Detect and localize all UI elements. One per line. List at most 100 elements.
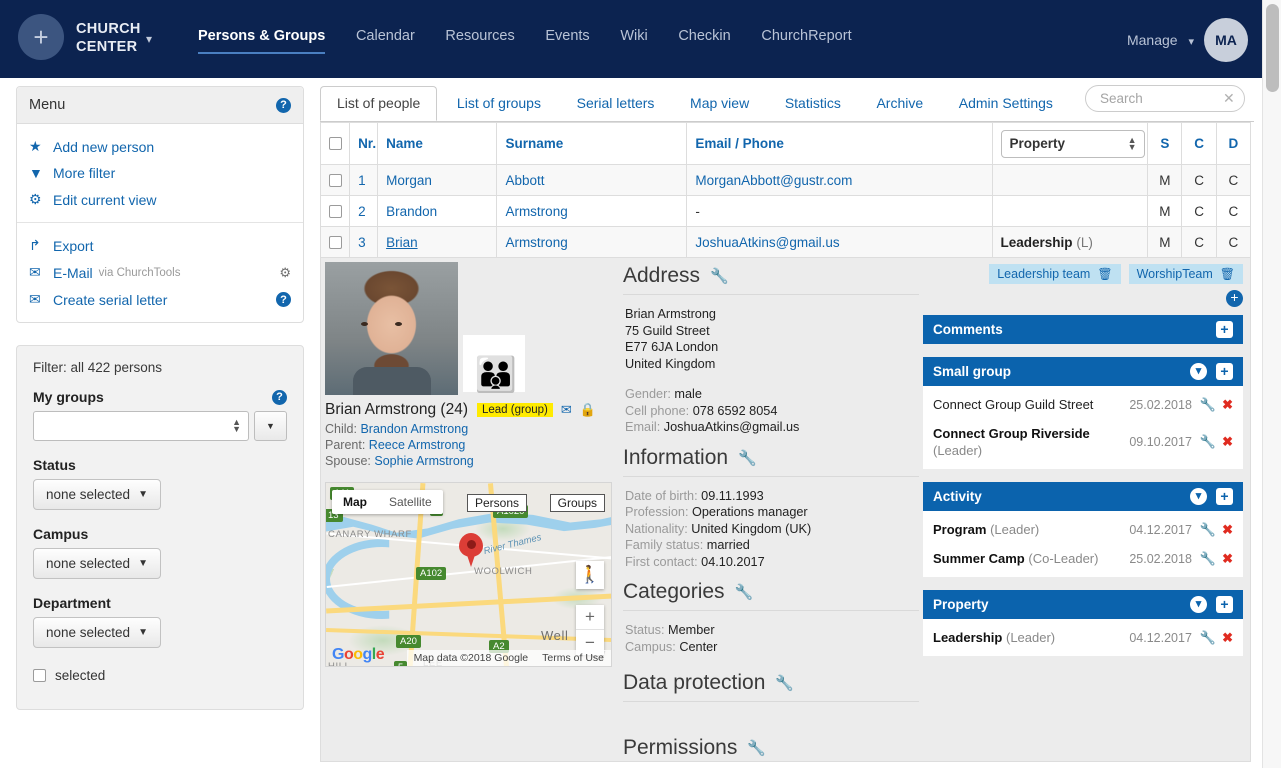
- help-icon[interactable]: ?: [276, 97, 291, 113]
- delete-icon[interactable]: ✖: [1222, 434, 1233, 450]
- add-icon[interactable]: +: [1216, 488, 1233, 505]
- nav-link-resources[interactable]: Resources: [445, 28, 514, 52]
- help-icon[interactable]: ?: [272, 389, 287, 405]
- row-surname[interactable]: Armstrong: [496, 226, 688, 258]
- row-email[interactable]: -: [686, 195, 993, 227]
- close-icon[interactable]: ✕: [1223, 90, 1235, 107]
- menu-item-more-filter[interactable]: ▼ More filter: [17, 160, 303, 186]
- menu-item-add-new-person[interactable]: ★ Add new person: [17, 133, 303, 160]
- header-s[interactable]: S: [1147, 122, 1183, 165]
- delete-icon[interactable]: ✖: [1222, 630, 1233, 646]
- my-groups-dropdown-button[interactable]: ▼: [254, 411, 287, 441]
- header-d[interactable]: D: [1215, 122, 1252, 165]
- map-type-map[interactable]: Map: [332, 490, 378, 514]
- row-name[interactable]: Brandon: [377, 195, 498, 227]
- nav-link-wiki[interactable]: Wiki: [620, 28, 647, 52]
- row-checkbox[interactable]: [328, 173, 342, 187]
- add-icon[interactable]: +: [1216, 321, 1233, 338]
- row-name[interactable]: Morgan: [377, 164, 498, 196]
- nav-link-checkin[interactable]: Checkin: [678, 28, 730, 52]
- add-icon[interactable]: +: [1216, 363, 1233, 380]
- tab-map-view[interactable]: Map view: [674, 87, 765, 120]
- search-input[interactable]: [1098, 90, 1223, 107]
- row-checkbox[interactable]: [328, 204, 342, 218]
- search-box[interactable]: ✕: [1085, 85, 1245, 112]
- tab-serial-letters[interactable]: Serial letters: [561, 87, 671, 120]
- tab-admin-settings[interactable]: Admin Settings: [943, 87, 1069, 120]
- wrench-icon[interactable]: 🔧: [710, 267, 729, 285]
- menu-item-export[interactable]: ↱ Export: [17, 232, 303, 259]
- wrench-icon[interactable]: 🔧: [1200, 630, 1216, 646]
- campus-select[interactable]: none selected ▼: [33, 548, 161, 579]
- menu-item-create-serial-letter[interactable]: ✉ Create serial letter ?: [17, 286, 303, 313]
- table-row[interactable]: 2 Brandon Armstrong - M C C: [319, 195, 1252, 227]
- row-surname[interactable]: Abbott: [496, 164, 688, 196]
- wrench-icon[interactable]: 🔧: [775, 674, 794, 692]
- header-email-phone[interactable]: Email / Phone: [686, 122, 993, 165]
- map-type-satellite[interactable]: Satellite: [378, 490, 443, 514]
- table-row[interactable]: 3 Brian Armstrong JoshuaAtkins@gmail.us …: [319, 226, 1252, 258]
- wrench-icon[interactable]: 🔧: [735, 583, 754, 601]
- menu-item-email[interactable]: ✉ E-Mail via ChurchTools ⚙: [17, 259, 303, 286]
- my-groups-input[interactable]: ▲ ▼: [33, 411, 249, 441]
- map-marker[interactable]: [459, 533, 483, 567]
- tab-list-of-groups[interactable]: List of groups: [441, 87, 557, 120]
- nav-link-persons-groups[interactable]: Persons & Groups: [198, 28, 326, 54]
- wrench-icon[interactable]: 🔧: [1200, 551, 1216, 567]
- map-persons-button[interactable]: Persons: [466, 494, 527, 512]
- scrollbar-thumb[interactable]: [1266, 4, 1279, 92]
- relation-value[interactable]: Reece Armstrong: [369, 438, 466, 452]
- selected-checkbox[interactable]: [33, 669, 46, 682]
- department-select[interactable]: none selected ▼: [33, 617, 161, 648]
- map-zoom-in-button[interactable]: +: [576, 605, 604, 630]
- lock-icon[interactable]: 🔒: [580, 402, 596, 418]
- gear-icon[interactable]: ⚙: [279, 265, 291, 281]
- row-surname[interactable]: Armstrong: [496, 195, 688, 227]
- header-nr[interactable]: Nr.: [349, 122, 379, 165]
- page-scrollbar[interactable]: [1262, 0, 1281, 768]
- tab-archive[interactable]: Archive: [860, 87, 939, 120]
- delete-icon[interactable]: ✖: [1222, 522, 1233, 538]
- relation-value[interactable]: Brandon Armstrong: [360, 422, 468, 436]
- trash-icon[interactable]: 🗑: [1097, 267, 1112, 281]
- header-name[interactable]: Name: [377, 122, 498, 165]
- chevron-down-icon[interactable]: ▾: [146, 32, 152, 46]
- wrench-icon[interactable]: 🔧: [1200, 397, 1216, 413]
- nav-link-events[interactable]: Events: [545, 28, 589, 52]
- wrench-icon[interactable]: 🔧: [1200, 434, 1216, 450]
- relation-value[interactable]: Sophie Armstrong: [374, 454, 473, 468]
- delete-icon[interactable]: ✖: [1222, 551, 1233, 567]
- row-name-link[interactable]: Brian: [386, 235, 418, 250]
- manage-menu[interactable]: Manage ▾: [1127, 32, 1194, 48]
- row-name[interactable]: Brian: [377, 226, 498, 258]
- header-c[interactable]: C: [1181, 122, 1217, 165]
- nav-link-calendar[interactable]: Calendar: [356, 28, 415, 52]
- wrench-icon[interactable]: 🔧: [738, 449, 757, 467]
- trash-icon[interactable]: 🗑: [1220, 267, 1235, 281]
- chevron-down-icon[interactable]: ▾: [1190, 596, 1207, 613]
- team-chip-leadership[interactable]: Leadership team 🗑: [989, 264, 1121, 284]
- chevron-down-icon[interactable]: ▾: [1190, 363, 1207, 380]
- team-chip-worship[interactable]: WorshipTeam 🗑: [1128, 264, 1243, 284]
- tab-statistics[interactable]: Statistics: [769, 87, 857, 120]
- map-groups-button[interactable]: Groups: [549, 494, 605, 512]
- header-surname[interactable]: Surname: [496, 122, 688, 165]
- table-row[interactable]: 1 Morgan Abbott MorganAbbott@gustr.com M…: [319, 164, 1252, 196]
- app-logo[interactable]: +: [18, 14, 64, 60]
- row-email[interactable]: JoshuaAtkins@gmail.us: [686, 226, 993, 258]
- add-team-icon[interactable]: +: [1226, 290, 1243, 307]
- wrench-icon[interactable]: 🔧: [747, 739, 766, 757]
- lead-badge[interactable]: Lead (group): [477, 403, 553, 417]
- nav-link-churchreport[interactable]: ChurchReport: [761, 28, 851, 52]
- chevron-down-icon[interactable]: ▾: [1190, 488, 1207, 505]
- avatar[interactable]: MA: [1204, 18, 1248, 62]
- row-checkbox[interactable]: [328, 235, 342, 249]
- help-icon[interactable]: ?: [276, 292, 291, 307]
- select-all-checkbox[interactable]: [328, 137, 342, 150]
- add-icon[interactable]: +: [1216, 596, 1233, 613]
- wrench-icon[interactable]: 🔧: [1200, 522, 1216, 538]
- pegman-icon[interactable]: 🚶: [576, 561, 604, 589]
- map-terms-link[interactable]: Terms of Use: [535, 650, 611, 666]
- envelope-icon[interactable]: ✉: [561, 402, 572, 418]
- menu-item-edit-current-view[interactable]: ⚙ Edit current view: [17, 186, 303, 213]
